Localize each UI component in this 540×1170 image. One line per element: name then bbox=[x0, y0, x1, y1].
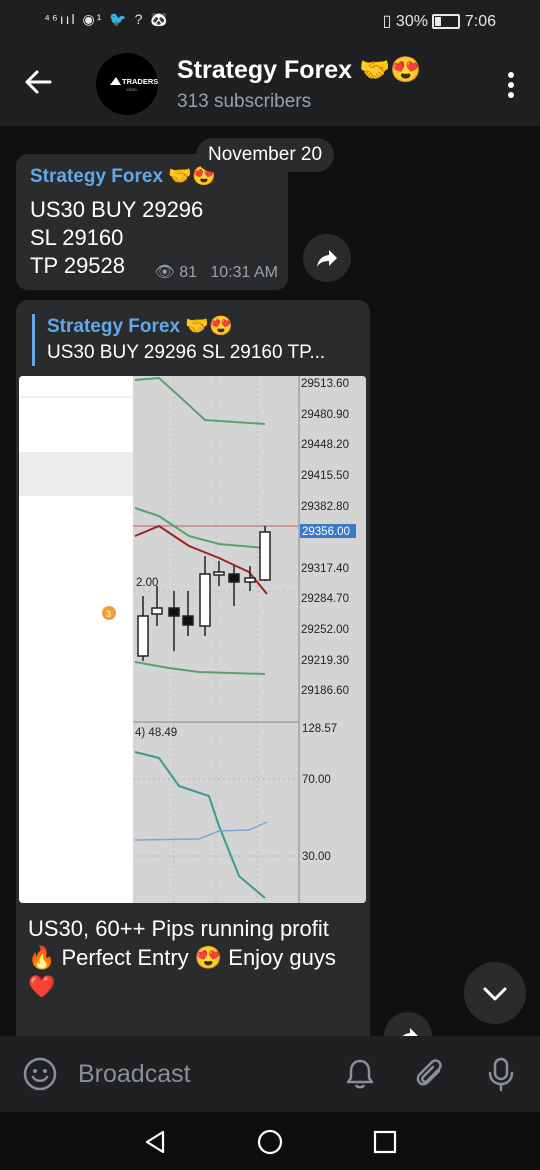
bell-icon[interactable] bbox=[343, 1057, 377, 1096]
microphone-icon[interactable] bbox=[484, 1056, 518, 1097]
forward-button[interactable] bbox=[303, 234, 351, 282]
share-arrow-icon bbox=[317, 250, 337, 267]
avatar-logo-text: TRADERS bbox=[122, 77, 158, 86]
emoji-icon[interactable] bbox=[22, 1056, 58, 1097]
chart-left-label: 2.00 bbox=[136, 577, 158, 589]
svg-text:29415.50: 29415.50 bbox=[301, 470, 349, 482]
eye-icon: 👁 bbox=[154, 264, 175, 281]
system-nav-bar bbox=[0, 1112, 540, 1170]
broadcast-bar: Broadcast bbox=[0, 1036, 540, 1112]
subscriber-count: 313 subscribers bbox=[177, 91, 312, 112]
scroll-down-button[interactable] bbox=[464, 962, 526, 1024]
channel-avatar[interactable]: TRADERS YARD bbox=[96, 53, 158, 115]
nav-home-icon[interactable] bbox=[257, 1129, 283, 1160]
svg-text:70.00: 70.00 bbox=[302, 774, 331, 786]
status-icons: ⁴⁶ııl ◉¹ 🐦 ? 🐼 bbox=[44, 11, 170, 27]
share-arrow-icon bbox=[402, 1028, 418, 1036]
reply-author: Strategy Forex 🤝😍 bbox=[47, 316, 233, 337]
attach-icon[interactable] bbox=[414, 1057, 448, 1096]
status-right: ▯ 30% 7:06 bbox=[383, 11, 496, 31]
message-bubble[interactable]: Strategy Forex 🤝😍 US30 BUY 29296 SL 2916… bbox=[16, 154, 288, 290]
battery-icon bbox=[432, 14, 461, 30]
view-count: 81 bbox=[179, 264, 198, 281]
chevron-down-icon bbox=[483, 987, 507, 1001]
svg-text:29219.30: 29219.30 bbox=[301, 655, 349, 667]
svg-text:29480.90: 29480.90 bbox=[301, 409, 349, 421]
svg-text:128.57: 128.57 bbox=[302, 723, 337, 735]
date-separator: November 20 bbox=[196, 138, 335, 172]
svg-text:29186.60: 29186.60 bbox=[301, 685, 349, 697]
svg-text:29252.00: 29252.00 bbox=[301, 624, 349, 636]
chart-screenshot-photo[interactable]: 29513.60 29480.90 29448.20 29415.50 2938… bbox=[19, 376, 366, 903]
indicator-label: 4) 48.49 bbox=[135, 727, 177, 739]
svg-text:29382.80: 29382.80 bbox=[301, 501, 349, 513]
channel-name[interactable]: Strategy Forex 🤝😍 bbox=[177, 56, 421, 85]
reply-text: US30 BUY 29296 SL 29160 TP... bbox=[47, 342, 326, 363]
message-meta: 👁 81 10:31 AM bbox=[154, 262, 278, 282]
svg-text:29513.60: 29513.60 bbox=[301, 378, 349, 390]
svg-text:29317.40: 29317.40 bbox=[301, 563, 349, 575]
svg-text:29448.20: 29448.20 bbox=[301, 439, 349, 451]
reply-preview[interactable]: Strategy Forex 🤝😍 US30 BUY 29296 SL 2916… bbox=[32, 314, 367, 366]
svg-text:30.00: 30.00 bbox=[302, 851, 331, 863]
battery-percent: 30% bbox=[395, 13, 428, 30]
nav-back-icon[interactable] bbox=[142, 1129, 168, 1160]
message-bubble-photo[interactable]: Strategy Forex 🤝😍 US30 BUY 29296 SL 2916… bbox=[16, 300, 370, 1036]
message-list[interactable]: Strategy Forex 🤝😍 US30 BUY 29296 SL 2916… bbox=[0, 126, 540, 1036]
message-author[interactable]: Strategy Forex 🤝😍 bbox=[30, 164, 216, 188]
clock: 7:06 bbox=[464, 13, 496, 30]
broadcast-input[interactable]: Broadcast bbox=[78, 1060, 191, 1089]
more-menu-icon[interactable] bbox=[508, 72, 514, 102]
vibrate-icon: ▯ bbox=[382, 13, 392, 30]
forward-button-2[interactable] bbox=[384, 1012, 432, 1036]
photo-caption: US30, 60++ Pips running profit 🔥 Perfect… bbox=[28, 916, 336, 999]
channel-header: TRADERS YARD Strategy Forex 🤝😍 313 subsc… bbox=[0, 42, 540, 126]
status-bar: ⁴⁶ııl ◉¹ 🐦 ? 🐼 ▯ 30% 7:06 bbox=[0, 0, 540, 42]
avatar-logo-sub: YARD bbox=[126, 87, 137, 92]
current-price-tag: 29356.00 bbox=[302, 526, 350, 538]
svg-text:29284.70: 29284.70 bbox=[301, 593, 349, 605]
back-arrow-icon[interactable] bbox=[24, 68, 52, 102]
message-time: 10:31 AM bbox=[210, 264, 278, 281]
chart-marker: 3 bbox=[106, 609, 111, 619]
nav-recents-icon[interactable] bbox=[372, 1129, 398, 1160]
